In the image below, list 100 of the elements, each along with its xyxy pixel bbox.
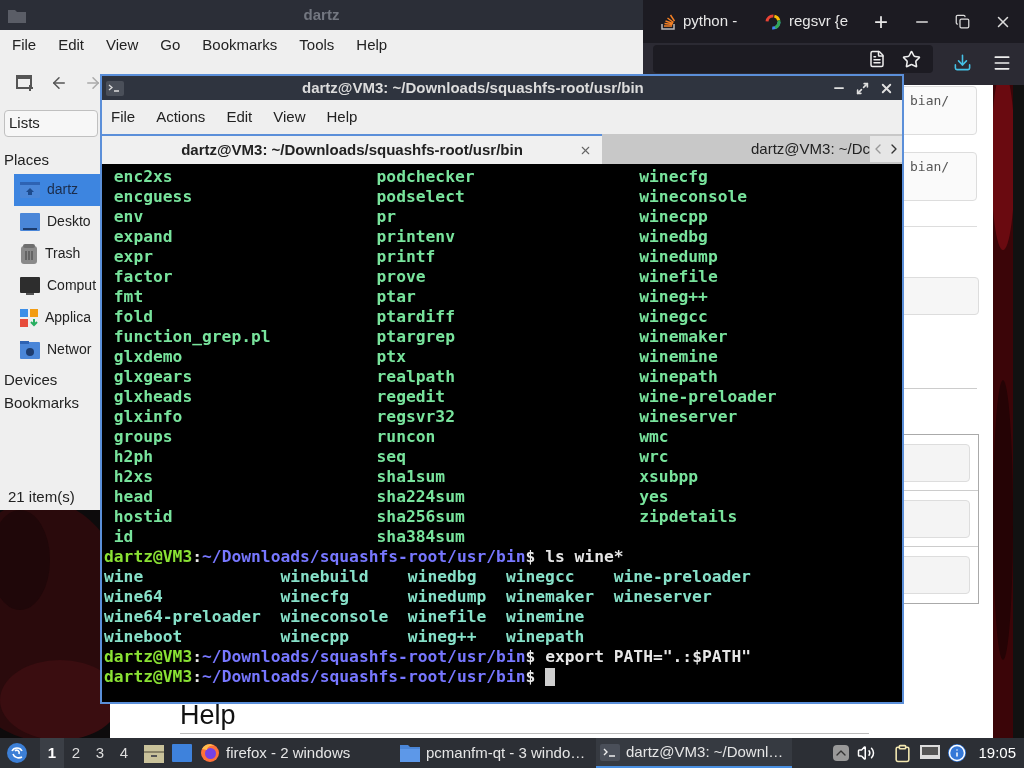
file-name: winegcc [639, 307, 709, 327]
file-name: h2xs [113, 467, 154, 487]
file-name: seq [376, 447, 407, 467]
file-name: winemine [505, 607, 586, 627]
file-name: wineserver [613, 587, 713, 607]
menu-item[interactable]: File [12, 33, 37, 57]
section-heading: Places [4, 150, 50, 170]
file-name: env [113, 207, 145, 227]
file-name: winedump [407, 587, 488, 607]
file-name: id [113, 527, 135, 547]
file-name: winefile [407, 607, 488, 627]
file-name: ptx [376, 347, 407, 367]
file-name: podselect [376, 187, 466, 207]
menu-item[interactable]: Tools [299, 33, 335, 57]
section-heading[interactable]: Devices [4, 369, 58, 389]
file-name: winebuild [280, 567, 370, 587]
file-name: ptar [376, 287, 417, 307]
file-name: printenv [376, 227, 456, 247]
place-item[interactable]: dartz [14, 173, 102, 206]
prompt-line: dartz@VM3:~/Downloads/squashfs-root/usr/bin$ [104, 667, 537, 687]
place-item[interactable]: Comput [14, 269, 102, 302]
file-name: wmc [639, 427, 670, 447]
file-name: sha224sum [376, 487, 466, 507]
file-name: winepath [639, 367, 719, 387]
section-heading[interactable]: Bookmarks [4, 392, 80, 412]
workspace-button[interactable]: 2 [64, 738, 88, 768]
task-button[interactable]: pcmanfm-qt - 3 windo… [396, 738, 592, 768]
file-name: sha384sum [376, 527, 466, 547]
workspace-button[interactable]: 1 [40, 738, 64, 768]
file-name: realpath [376, 367, 456, 387]
place-item[interactable]: Trash [14, 237, 102, 270]
terminal-tab[interactable]: dartz@VM3: ~/Downloads/squashfs-root/usr/bin [102, 134, 602, 164]
menu-item[interactable]: Help [326, 105, 358, 129]
prompt-line: dartz@VM3:~/Downloads/squashfs-root/usr/bin$ ls wine* [104, 547, 624, 567]
place-item[interactable]: Deskto [14, 205, 102, 238]
file-name: wine64 [104, 587, 164, 607]
file-name: function_grep.pl [113, 327, 272, 347]
file-name: groups [113, 427, 174, 447]
file-name: regedit [376, 387, 447, 407]
file-name: wineboot [104, 627, 184, 647]
prompt-line: dartz@VM3:~/Downloads/squashfs-root/usr/bin$ export PATH=".:$PATH" [104, 647, 751, 667]
menu-item[interactable]: Go [160, 33, 181, 57]
menu-item[interactable]: Help [356, 33, 388, 57]
menu-item[interactable]: Edit [58, 33, 85, 57]
page-heading: Help [180, 700, 237, 730]
file-name: glxheads [113, 387, 194, 407]
code-text: bian/ [910, 92, 950, 110]
file-name: podchecker [376, 167, 476, 187]
file-name: wine-preloader [613, 567, 752, 587]
file-name: head [113, 487, 154, 507]
place-item[interactable]: Networ [14, 333, 102, 366]
file-name: winemaker [505, 587, 596, 607]
workspace-button[interactable]: 4 [112, 738, 136, 768]
file-name: winecfg [639, 167, 709, 187]
file-name: hostid [113, 507, 174, 527]
file-name: sha256sum [376, 507, 466, 527]
file-name: winedump [639, 247, 719, 267]
file-name: winecpp [280, 627, 351, 647]
file-name: wine [104, 567, 145, 587]
file-name: glxgears [113, 367, 194, 387]
file-name: sha1sum [376, 467, 447, 487]
file-name: wrc [639, 447, 670, 467]
new-tab-button[interactable]: + [861, 3, 901, 40]
workspace-button[interactable]: 3 [88, 738, 112, 768]
menu-item[interactable]: View [273, 105, 306, 129]
menu-item[interactable]: Bookmarks [202, 33, 278, 57]
file-name: regsvr32 [376, 407, 456, 427]
browser-tab[interactable]: python - [653, 0, 757, 43]
menu-item[interactable]: Actions [156, 105, 206, 129]
view-dropdown[interactable]: Lists [4, 110, 98, 137]
menu-item[interactable]: Edit [226, 105, 253, 129]
file-name: winefile [639, 267, 719, 287]
menu-item[interactable]: File [111, 105, 136, 129]
task-button[interactable]: dartz@VM3: ~/Downl… [596, 738, 792, 768]
file-name: wineconsole [280, 607, 390, 627]
file-name: xsubpp [639, 467, 700, 487]
file-name: fold [113, 307, 154, 327]
file-name: winedbg [407, 567, 478, 587]
file-name: wine-preloader [639, 387, 778, 407]
file-name: winecpp [639, 207, 709, 227]
code-text: bian/ [910, 158, 950, 176]
task-button[interactable]: firefox - 2 windows [196, 738, 392, 768]
file-name: wineg++ [407, 627, 478, 647]
file-name: winemine [639, 347, 719, 367]
browser-tab[interactable]: regsvr {e [757, 0, 861, 43]
file-name: ptargrep [376, 327, 456, 347]
file-name: wineg++ [639, 287, 709, 307]
file-name: printf [376, 247, 437, 267]
file-name: zipdetails [639, 507, 739, 527]
file-name: wineconsole [639, 187, 749, 207]
file-name: enc2xs [113, 167, 174, 187]
file-name: glxinfo [113, 407, 184, 427]
file-name: winemaker [639, 327, 729, 347]
file-name: winedbg [639, 227, 709, 247]
file-name: winepath [505, 627, 586, 647]
file-name: wine64-preloader [104, 607, 262, 627]
menu-item[interactable]: View [106, 33, 139, 57]
file-name: yes [639, 487, 670, 507]
place-item[interactable]: Applica [14, 301, 102, 334]
window-title: dartz [303, 4, 340, 25]
